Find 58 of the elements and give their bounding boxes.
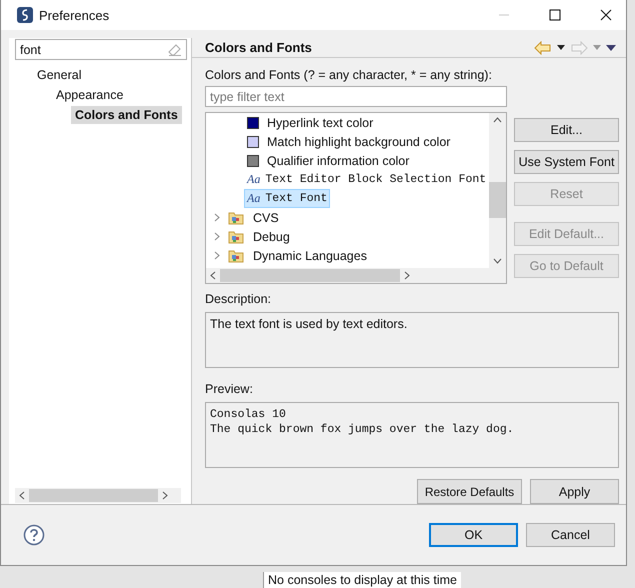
close-icon[interactable]	[600, 9, 612, 21]
side-button[interactable]: Use System Font	[514, 150, 619, 174]
search-field[interactable]: font	[15, 39, 187, 60]
expand-chevron-icon[interactable]	[214, 213, 220, 222]
scroll-down-icon[interactable]	[493, 258, 502, 264]
tree-item[interactable]: Dynamic Languages	[250, 246, 370, 264]
scroll-up-icon[interactable]	[493, 117, 502, 123]
filter-field[interactable]: type filter text	[205, 86, 507, 107]
tree-item[interactable]: General	[33, 66, 86, 84]
scroll-right-icon[interactable]	[404, 271, 410, 280]
side-button[interactable]: Edit...	[514, 118, 619, 142]
app-logo-icon	[17, 7, 33, 23]
filter-label: Colors and Fonts (? = any character, * = any string):	[205, 67, 493, 83]
view-menu-icon[interactable]	[606, 44, 616, 50]
page-button[interactable]: Restore Defaults	[417, 479, 522, 504]
tree-item[interactable]: Qualifier information color	[264, 152, 412, 170]
scroll-left-icon[interactable]	[210, 271, 216, 280]
scroll-thumb[interactable]	[489, 182, 506, 218]
eraser-icon[interactable]	[168, 44, 182, 56]
tree-item[interactable]: Match highlight background color	[264, 132, 454, 150]
preview-label: Preview:	[205, 381, 254, 397]
tree-item[interactable]: Hyperlink text color	[264, 114, 376, 132]
expand-chevron-icon[interactable]	[214, 251, 220, 260]
font-name: Text Editor Block Selection Font	[265, 173, 486, 186]
vertical-scrollbar[interactable]	[489, 113, 506, 268]
help-icon[interactable]	[23, 524, 45, 546]
scroll-right-icon[interactable]	[162, 491, 168, 500]
font-icon: Aa	[247, 191, 260, 206]
horizontal-scrollbar[interactable]	[15, 488, 181, 503]
tree-item[interactable]: CVS	[250, 208, 282, 226]
dropdown-arrow-icon[interactable]	[557, 45, 565, 50]
tree-item[interactable]: Debug	[250, 228, 293, 246]
page-title: Colors and Fonts	[205, 40, 312, 55]
font-name: Text Font	[265, 192, 328, 205]
tree-item[interactable]: Colors and Fonts	[71, 106, 182, 124]
maximize-icon[interactable]	[549, 9, 561, 21]
preview-text: The quick brown fox jumps over the lazy dog.	[210, 422, 515, 437]
scroll-thumb[interactable]	[29, 489, 158, 502]
font-icon: Aa	[247, 172, 260, 187]
scroll-thumb[interactable]	[220, 269, 400, 282]
scroll-left-icon[interactable]	[19, 491, 25, 500]
description-text: The text font is used by text editors.	[205, 312, 619, 368]
folder-icon	[228, 210, 245, 226]
expand-chevron-icon[interactable]	[214, 232, 220, 241]
folder-icon	[228, 228, 245, 244]
tree-item[interactable]: Aa Text Editor Block Selection Font	[244, 170, 489, 189]
tree-item[interactable]: Aa Text Font	[244, 189, 330, 208]
folder-icon	[228, 248, 245, 264]
dialog-button[interactable]: Cancel	[526, 523, 615, 547]
page-button[interactable]: Apply	[530, 479, 619, 504]
back-arrow-icon[interactable]	[534, 40, 552, 54]
window-title: Preferences	[39, 8, 110, 22]
console-message: No consoles to display at this time	[263, 572, 461, 588]
tree-item[interactable]: Appearance	[52, 86, 128, 104]
dialog-button[interactable]: OK	[429, 523, 518, 547]
preview-text: Consolas 10	[210, 407, 287, 422]
description-label: Description:	[205, 291, 272, 307]
horizontal-scrollbar[interactable]	[206, 268, 506, 283]
